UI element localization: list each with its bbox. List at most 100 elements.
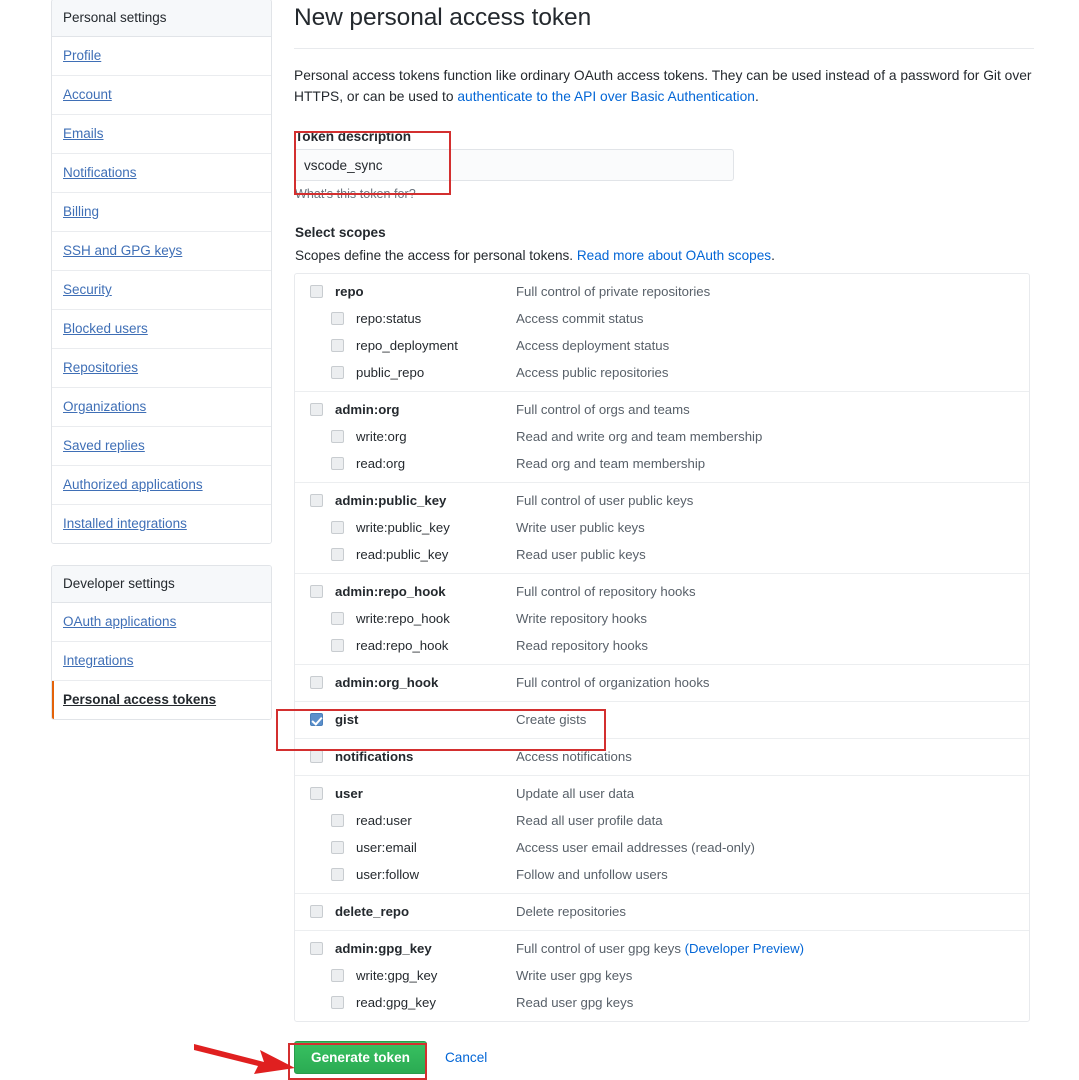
scope-checkbox-admin-gpg-key[interactable]	[310, 942, 323, 955]
form-actions: Generate token Cancel	[294, 1041, 1034, 1074]
cancel-link[interactable]: Cancel	[445, 1050, 487, 1065]
sidebar-item-blocked-users[interactable]: Blocked users	[52, 310, 271, 349]
scope-row[interactable]: admin:org Full control of orgs and teams	[295, 396, 1029, 423]
scope-row[interactable]: user Update all user data	[295, 780, 1029, 807]
scope-checkbox-write-org[interactable]	[331, 430, 344, 443]
scope-group: repo Full control of private repositories…	[295, 274, 1029, 392]
sidebar-item-notifications[interactable]: Notifications	[52, 154, 271, 193]
sidebar-item-security[interactable]: Security	[52, 271, 271, 310]
scope-row[interactable]: public_repo Access public repositories	[295, 359, 1029, 386]
scope-checkbox-read-repo-hook[interactable]	[331, 639, 344, 652]
sidebar-item-emails[interactable]: Emails	[52, 115, 271, 154]
scope-description: Update all user data	[516, 786, 634, 801]
sidebar-item-repositories[interactable]: Repositories	[52, 349, 271, 388]
scope-row[interactable]: notifications Access notifications	[295, 743, 1029, 770]
scope-row[interactable]: repo:status Access commit status	[295, 305, 1029, 332]
scope-checkbox-user-email[interactable]	[331, 841, 344, 854]
scope-description: Write user gpg keys	[516, 968, 632, 983]
scope-checkbox-public-repo[interactable]	[331, 366, 344, 379]
scope-row[interactable]: repo_deployment Access deployment status	[295, 332, 1029, 359]
developer-preview-link[interactable]: (Developer Preview)	[685, 941, 804, 956]
scope-name: admin:public_key	[335, 493, 447, 508]
sidebar-item-profile[interactable]: Profile	[52, 37, 271, 76]
scope-checkbox-read-gpg-key[interactable]	[331, 996, 344, 1009]
scope-checkbox-notifications[interactable]	[310, 750, 323, 763]
scope-checkbox-repo-status[interactable]	[331, 312, 344, 325]
scope-row[interactable]: read:user Read all user profile data	[295, 807, 1029, 834]
basic-auth-link[interactable]: authenticate to the API over Basic Authe…	[457, 89, 755, 104]
sidebar-item-billing[interactable]: Billing	[52, 193, 271, 232]
scope-description-text: Full control of private repositories	[516, 284, 711, 299]
sidebar-item-oauth-applications[interactable]: OAuth applications	[52, 603, 271, 642]
sidebar-item-installed-integrations[interactable]: Installed integrations	[52, 505, 271, 543]
sidebar-item-integrations[interactable]: Integrations	[52, 642, 271, 681]
scope-description: Read repository hooks	[516, 638, 648, 653]
scope-description-text: Read all user profile data	[516, 813, 663, 828]
scope-description: Follow and unfollow users	[516, 867, 668, 882]
scope-row[interactable]: write:gpg_key Write user gpg keys	[295, 962, 1029, 989]
scope-checkbox-user[interactable]	[310, 787, 323, 800]
scope-row[interactable]: repo Full control of private repositories	[295, 278, 1029, 305]
sidebar-item-account[interactable]: Account	[52, 76, 271, 115]
scope-checkbox-admin-repo-hook[interactable]	[310, 585, 323, 598]
scope-description-text: Access deployment status	[516, 338, 670, 353]
scope-group: user Update all user data read:user Read al…	[295, 776, 1029, 894]
scope-group: admin:org_hook Full control of organizati…	[295, 665, 1029, 702]
scope-description: Delete repositories	[516, 904, 626, 919]
scope-group: admin:repo_hook Full control of repositor…	[295, 574, 1029, 665]
scope-name: read:gpg_key	[356, 995, 436, 1010]
scope-description: Read and write org and team membership	[516, 429, 762, 444]
scope-name: read:repo_hook	[356, 638, 449, 653]
scope-group: admin:public_key Full control of user pub…	[295, 483, 1029, 574]
scope-checkbox-read-user[interactable]	[331, 814, 344, 827]
scope-row[interactable]: admin:org_hook Full control of organizati…	[295, 669, 1029, 696]
scope-description: Full control of user public keys	[516, 493, 693, 508]
main-content: New personal access token Personal acces…	[294, 0, 1034, 1074]
sidebar-item-personal-access-tokens[interactable]: Personal access tokens	[52, 681, 271, 719]
scope-row[interactable]: write:repo_hook Write repository hooks	[295, 605, 1029, 632]
scope-row[interactable]: delete_repo Delete repositories	[295, 898, 1029, 925]
scope-row[interactable]: admin:public_key Full control of user pub…	[295, 487, 1029, 514]
scope-checkbox-read-public-key[interactable]	[331, 548, 344, 561]
oauth-scopes-link[interactable]: Read more about OAuth scopes	[577, 248, 771, 263]
scope-row[interactable]: gist Create gists	[295, 706, 1029, 733]
scope-row[interactable]: read:repo_hook Read repository hooks	[295, 632, 1029, 659]
sidebar-group-header: Developer settings	[52, 566, 271, 603]
scope-checkbox-gist[interactable]	[310, 713, 323, 726]
scope-description: Access notifications	[516, 749, 632, 764]
generate-token-button[interactable]: Generate token	[294, 1041, 427, 1074]
scope-description: Access public repositories	[516, 365, 668, 380]
scope-checkbox-user-follow[interactable]	[331, 868, 344, 881]
scope-row[interactable]: write:public_key Write user public keys	[295, 514, 1029, 541]
scope-checkbox-write-gpg-key[interactable]	[331, 969, 344, 982]
scope-row[interactable]: write:org Read and write org and team mem…	[295, 423, 1029, 450]
scope-row[interactable]: read:gpg_key Read user gpg keys	[295, 989, 1029, 1016]
sidebar-item-organizations[interactable]: Organizations	[52, 388, 271, 427]
scope-checkbox-repo[interactable]	[310, 285, 323, 298]
sidebar-item-saved-replies[interactable]: Saved replies	[52, 427, 271, 466]
scope-checkbox-admin-public-key[interactable]	[310, 494, 323, 507]
scope-row[interactable]: admin:gpg_key Full control of user gpg ke…	[295, 935, 1029, 962]
scope-checkbox-write-public-key[interactable]	[331, 521, 344, 534]
scope-group: notifications Access notifications	[295, 739, 1029, 776]
scope-row[interactable]: read:org Read org and team membership	[295, 450, 1029, 477]
scope-name: repo	[335, 284, 364, 299]
scope-row[interactable]: admin:repo_hook Full control of repositor…	[295, 578, 1029, 605]
scope-row[interactable]: read:public_key Read user public keys	[295, 541, 1029, 568]
scope-checkbox-read-org[interactable]	[331, 457, 344, 470]
sidebar-item-authorized-applications[interactable]: Authorized applications	[52, 466, 271, 505]
scope-description: Read all user profile data	[516, 813, 663, 828]
scope-checkbox-admin-org[interactable]	[310, 403, 323, 416]
scope-description-text: Read org and team membership	[516, 456, 706, 471]
sidebar-item-ssh-and-gpg-keys[interactable]: SSH and GPG keys	[52, 232, 271, 271]
scope-checkbox-write-repo-hook[interactable]	[331, 612, 344, 625]
scope-name: notifications	[335, 749, 414, 764]
scope-row[interactable]: user:email Access user email addresses (r…	[295, 834, 1029, 861]
scope-description: Access deployment status	[516, 338, 669, 353]
scope-checkbox-admin-org-hook[interactable]	[310, 676, 323, 689]
scope-checkbox-delete-repo[interactable]	[310, 905, 323, 918]
scope-row[interactable]: user:follow Follow and unfollow users	[295, 861, 1029, 888]
scope-checkbox-repo-deployment[interactable]	[331, 339, 344, 352]
scope-description-text: Full control of user gpg keys	[516, 941, 685, 956]
token-description-input[interactable]	[294, 149, 734, 181]
